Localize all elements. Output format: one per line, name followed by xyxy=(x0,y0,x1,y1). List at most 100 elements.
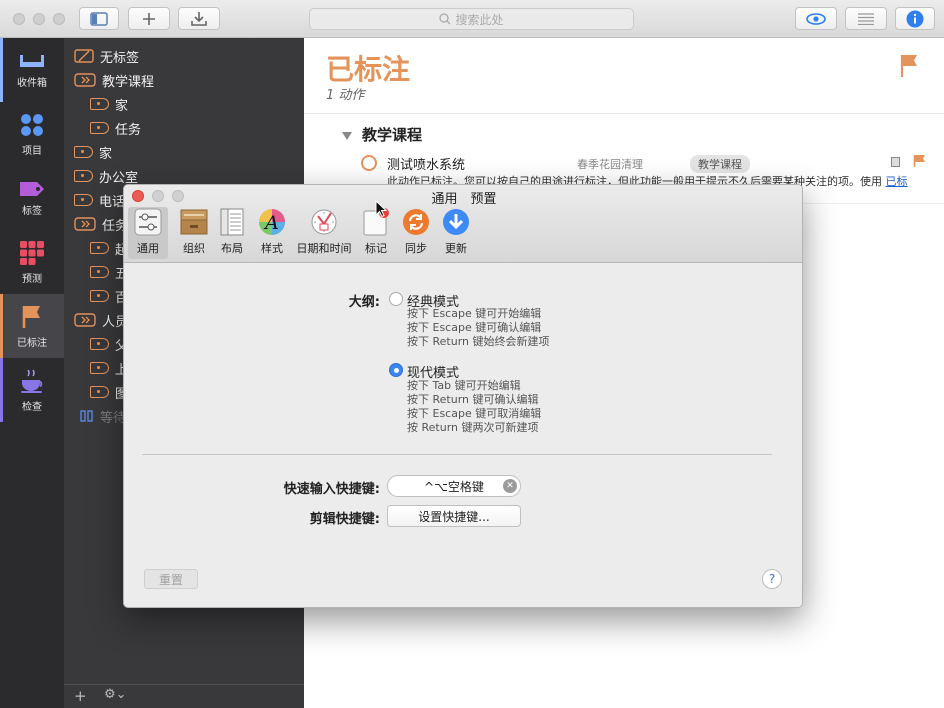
sidebar-item-no-tag[interactable]: 无标签 xyxy=(74,45,139,67)
preferences-toolbar: 通用 预置 通用 组织 布局 A 样式 日期和时间 标记 同步 更新 xyxy=(124,185,802,263)
task-tag-badge[interactable]: 教学课程 xyxy=(690,155,750,173)
date-time-icon xyxy=(309,207,339,237)
rail-item-projects[interactable]: 项目 xyxy=(0,102,64,166)
clear-shortcut-icon[interactable]: ✕ xyxy=(503,479,517,493)
tag-icon xyxy=(90,338,109,350)
help-button[interactable]: ? xyxy=(762,569,782,589)
add-button[interactable] xyxy=(128,7,170,30)
rail-item-inbox[interactable]: 收件箱 xyxy=(0,38,64,102)
classic-hint-1: 按下 Escape 键可开始编辑 xyxy=(407,307,542,320)
window-minimize-button[interactable] xyxy=(33,13,45,25)
clipping-shortcut-label: 剪辑快捷键: xyxy=(309,512,380,527)
sidebar-item-errands[interactable]: 任务 xyxy=(74,213,128,235)
sidebar-footer: + ⚙⌄ xyxy=(64,684,304,708)
add-tag-button[interactable]: + xyxy=(74,687,87,705)
sidebar-item-tasks[interactable]: 任务 xyxy=(90,117,141,139)
modern-hint-4: 按 Return 键两次可新建项 xyxy=(407,421,539,434)
group-header[interactable]: 教学课程 xyxy=(342,124,422,145)
tag-group-icon xyxy=(74,217,96,231)
perspective-rail: 收件箱 项目 标签 预测 已标注 检查 xyxy=(0,38,64,708)
task-note-link[interactable]: 已标 xyxy=(886,175,908,188)
note-icon xyxy=(891,157,900,167)
app-window: 搜索此处 收件箱 项目 标签 预测 已标注 检查 无标签 教学课程 家 任务 家… xyxy=(0,0,944,708)
tag-icon xyxy=(74,146,93,158)
tag-icon xyxy=(90,386,109,398)
quick-entry-label: 快速输入快捷键: xyxy=(283,482,380,497)
tab-layout[interactable]: 布局 xyxy=(214,207,250,259)
action-count: 1 动作 xyxy=(326,88,365,103)
search-field[interactable]: 搜索此处 xyxy=(309,8,634,30)
sidebar-item-people[interactable]: 人员 xyxy=(74,309,128,331)
disclosure-triangle-icon[interactable] xyxy=(342,131,352,140)
window-close-button[interactable] xyxy=(13,13,25,25)
sidebar-toggle-button[interactable] xyxy=(79,7,119,30)
dialog-title: 通用 预置 xyxy=(431,192,497,207)
modern-mode-radio[interactable] xyxy=(389,363,403,377)
classic-hint-3: 按下 Return 键始终会新建项 xyxy=(407,335,550,348)
tab-sync[interactable]: 同步 xyxy=(398,207,434,259)
no-tag-icon xyxy=(74,49,94,63)
projects-icon xyxy=(21,113,43,136)
info-icon xyxy=(906,10,924,27)
move-to-inbox-button[interactable] xyxy=(178,7,220,30)
sidebar-toggle-icon xyxy=(90,11,108,26)
rail-item-tags[interactable]: 标签 xyxy=(0,166,64,230)
svg-text:A: A xyxy=(263,212,279,234)
sidebar-settings-button[interactable]: ⚙⌄ xyxy=(104,687,127,702)
list-view-button[interactable] xyxy=(845,7,887,30)
set-shortcut-button[interactable]: 设置快捷键... xyxy=(387,505,521,527)
list-icon xyxy=(858,12,874,25)
tag-icon xyxy=(90,290,109,302)
sidebar-item-tutorial[interactable]: 教学课程 xyxy=(74,69,154,91)
header-divider xyxy=(304,113,944,114)
rail-item-review[interactable]: 检查 xyxy=(0,358,64,422)
organization-icon xyxy=(179,207,209,237)
classic-hint-2: 按下 Escape 键可确认编辑 xyxy=(407,321,542,334)
rail-item-flagged[interactable]: 已标注 xyxy=(0,294,64,358)
sync-icon xyxy=(401,207,431,237)
update-icon xyxy=(441,207,471,237)
modern-hint-3: 按下 Escape 键可取消编辑 xyxy=(407,407,542,420)
reset-button[interactable]: 重置 xyxy=(144,569,198,589)
page-title: 已标注 xyxy=(326,53,411,86)
tab-date-time[interactable]: 日期和时间 xyxy=(294,207,354,259)
dialog-zoom-button xyxy=(172,190,184,202)
search-placeholder: 搜索此处 xyxy=(455,12,504,27)
quick-entry-shortcut-field[interactable]: ^⌥空格键 ✕ xyxy=(387,475,521,497)
waiting-icon xyxy=(80,410,93,422)
tag-group-icon xyxy=(74,313,96,327)
inbox-icon xyxy=(20,54,44,67)
layout-icon xyxy=(217,207,247,237)
dialog-close-button[interactable] xyxy=(132,190,144,202)
eye-icon xyxy=(806,12,826,25)
general-icon xyxy=(133,207,163,237)
mouse-cursor-icon xyxy=(375,200,387,218)
flag-icon[interactable] xyxy=(913,154,927,168)
search-icon xyxy=(439,13,451,25)
sidebar-item-waiting[interactable]: 等待 xyxy=(80,405,126,427)
tag-icon xyxy=(90,362,109,374)
sidebar-item-phone[interactable]: 电话 xyxy=(74,189,125,211)
tag-icon xyxy=(20,181,44,196)
tab-general[interactable]: 通用 xyxy=(128,207,168,259)
sidebar-item-home-2[interactable]: 家 xyxy=(74,141,112,163)
classic-mode-radio[interactable] xyxy=(389,292,403,306)
sidebar-item-home[interactable]: 家 xyxy=(90,93,128,115)
style-icon: A xyxy=(257,207,287,237)
window-zoom-button[interactable] xyxy=(53,13,65,25)
preferences-dialog: 通用 预置 通用 组织 布局 A 样式 日期和时间 标记 同步 更新 大纲: 经… xyxy=(123,184,803,608)
inspector-button[interactable] xyxy=(895,7,935,30)
rail-item-forecast[interactable]: 预测 xyxy=(0,230,64,294)
task-name[interactable]: 测试喷水系统 xyxy=(387,154,465,173)
tab-update[interactable]: 更新 xyxy=(438,207,474,259)
task-status-circle[interactable] xyxy=(361,155,377,171)
outline-label: 大纲: xyxy=(348,295,380,310)
tab-style[interactable]: A 样式 xyxy=(254,207,290,259)
plus-icon xyxy=(143,12,155,25)
forecast-icon xyxy=(20,240,44,265)
tag-icon xyxy=(90,266,109,278)
tab-organization[interactable]: 组织 xyxy=(176,207,212,259)
modern-hint-1: 按下 Tab 键可开始编辑 xyxy=(407,379,521,392)
tag-icon xyxy=(90,98,109,110)
view-options-button[interactable] xyxy=(795,7,837,30)
